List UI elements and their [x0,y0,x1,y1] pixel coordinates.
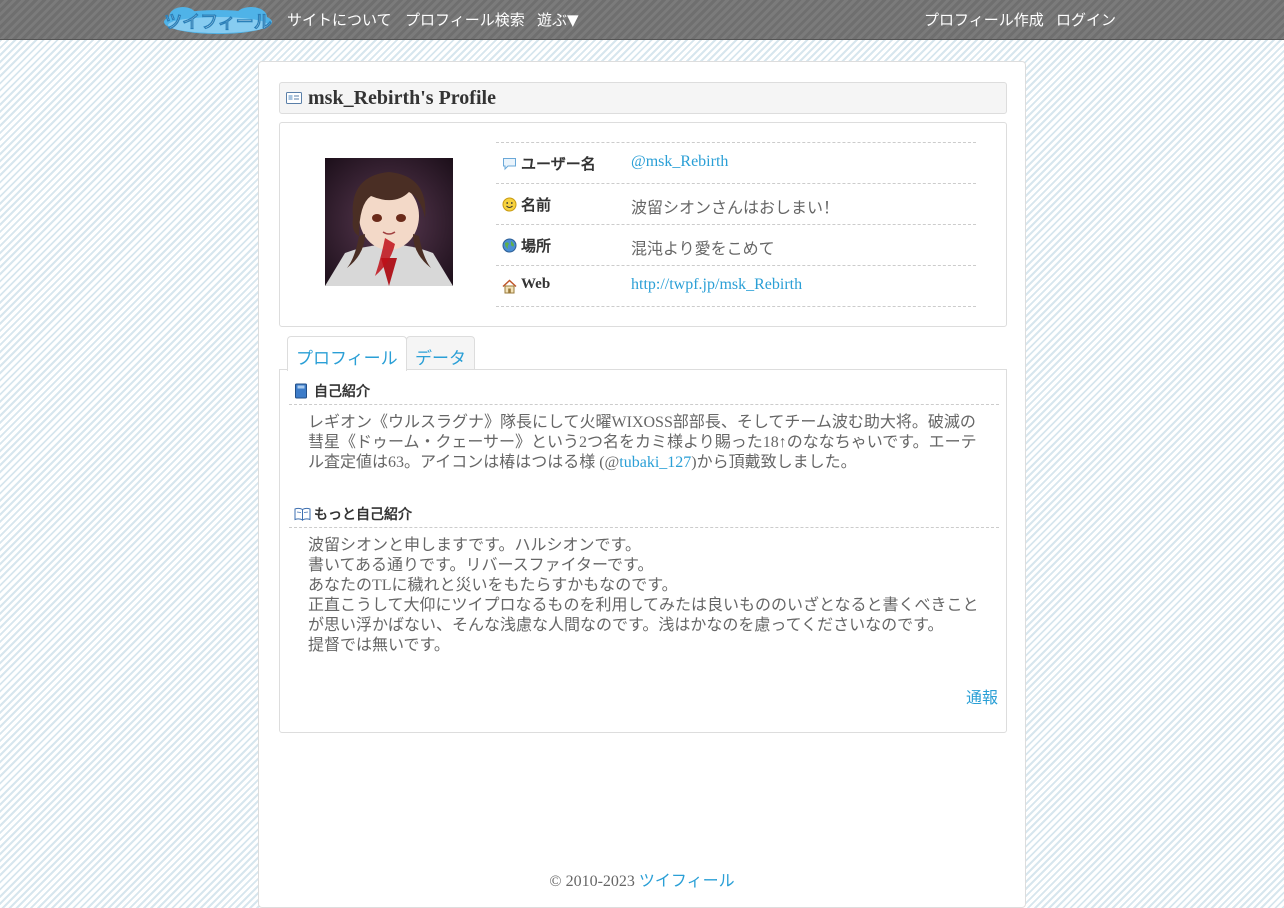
username-link[interactable]: @msk_Rebirth [631,153,728,171]
avatar[interactable] [325,158,453,286]
name-value: 波留シオンさんはおしまい！ [631,200,840,217]
svg-text:ツイフィール: ツイフィール [164,12,272,33]
bio-section-header: 自己紹介 [289,378,999,405]
more-section-title: もっと自己紹介 [314,507,412,523]
name-label: 名前 [521,196,552,214]
info-row-web: Web http://twpf.jp/msk_Rebirth [496,266,976,307]
profile-tab-panel: 自己紹介 レギオン《ウルスラグナ》隊長にして火曜WIXOSS部部長、そしてチーム… [279,369,1007,733]
book-icon [294,383,310,399]
bio-section-title: 自己紹介 [314,384,370,400]
report-link[interactable]: 通報 [966,684,998,708]
globe-icon [502,238,517,253]
profile-title-bar: msk_Rebirth's Profile [279,82,1007,114]
web-link[interactable]: http://twpf.jp/msk_Rebirth [631,276,802,294]
nav-login-link[interactable]: ログイン [1056,10,1116,30]
footer: © 2010-2023 ツイフィール [259,867,1025,891]
profile-info-table: ユーザー名 @msk_Rebirth 名前 波留シオンさんはおしまい！ 場所 混… [496,142,976,307]
info-row-location: 場所 混沌より愛をこめて [496,225,976,266]
info-row-username: ユーザー名 @msk_Rebirth [496,143,976,184]
nav-create-profile-link[interactable]: プロフィール作成 [924,10,1044,30]
location-value: 混沌より愛をこめて [631,241,775,258]
home-icon [502,279,517,294]
nav-search-link[interactable]: プロフィール検索 [405,10,525,30]
page-title: msk_Rebirth's Profile [308,87,496,109]
copyright-text: © 2010-2023 [549,873,639,890]
more-section-header: もっと自己紹介 [289,501,999,528]
more-line: 提督では無いです。 [308,637,450,654]
footer-site-link[interactable]: ツイフィール [639,873,735,890]
bio-mention-link[interactable]: tubaki_127 [619,454,691,471]
username-label: ユーザー名 [521,155,596,173]
profile-info-box: ユーザー名 @msk_Rebirth 名前 波留シオンさんはおしまい！ 場所 混… [279,122,1007,327]
smiley-icon [502,197,517,212]
nav-play-dropdown[interactable]: 遊ぶ▼ [537,10,579,30]
web-label: Web [521,276,551,292]
tab-data[interactable]: データ [406,336,475,370]
bio-text-part2: )から頂戴致しました。 [691,454,857,471]
bio-text: レギオン《ウルスラグナ》隊長にして火曜WIXOSS部部長、そしてチーム波む助大将… [308,413,988,473]
open-book-icon [294,506,311,522]
top-navbar: ツイフィール サイトについて プロフィール検索 遊ぶ▼ プロフィール作成 ログイ… [0,0,1284,40]
location-label: 場所 [521,237,552,255]
info-row-name: 名前 波留シオンさんはおしまい！ [496,184,976,225]
more-line: 波留シオンと申しますです。ハルシオンです。 [308,537,641,554]
speech-bubble-icon [502,156,517,171]
nav-about-link[interactable]: サイトについて [287,10,392,30]
tab-profile[interactable]: プロフィール [287,336,407,371]
id-card-icon [286,91,302,105]
more-line: あなたのTLに穢れと災いをもたらすかもなのです。 [308,577,678,594]
site-logo[interactable]: ツイフィール [163,5,273,35]
more-line: 書いてある通りです。リバースファイターです。 [308,557,654,574]
profile-card: msk_Rebirth's Profile ユーザー名 @msk_Rebirth… [258,61,1026,908]
more-line: 正直こうして大仰にツイプロなるものを利用してみたは良いもののいざとなると書くべき… [308,597,979,634]
more-text: 波留シオンと申しますです。ハルシオンです。 書いてある通りです。リバースファイタ… [308,536,988,656]
